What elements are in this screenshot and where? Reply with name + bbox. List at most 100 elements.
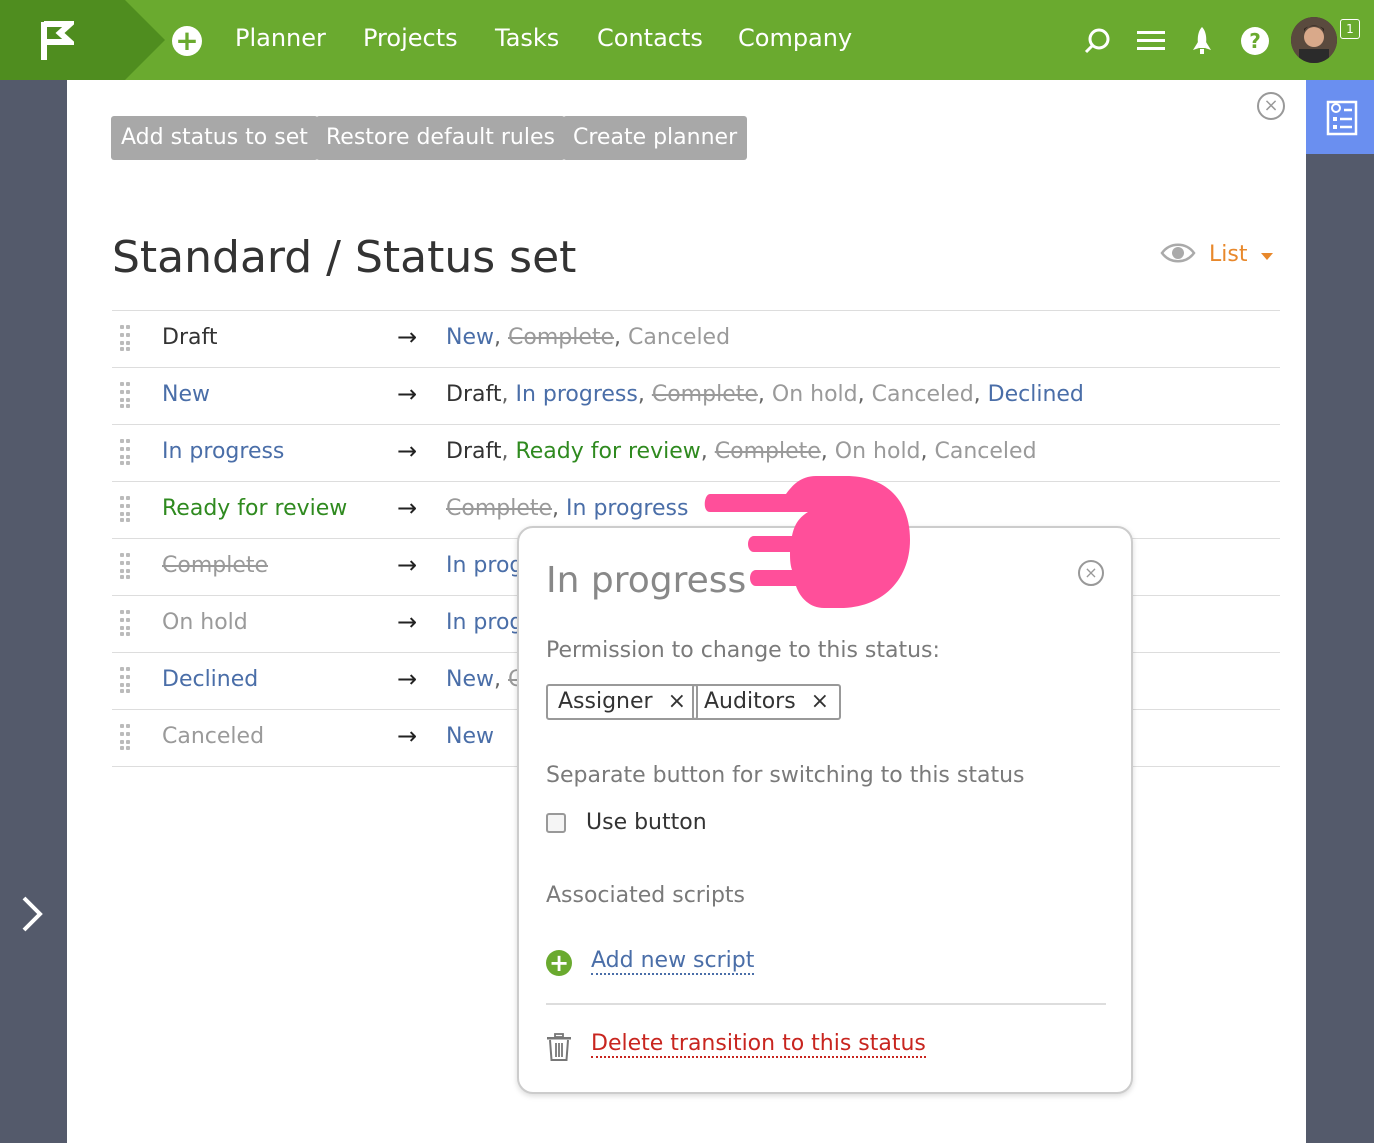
transition-targets: New, Complete, Canceled [446,325,731,350]
drag-handle-icon[interactable] [120,439,132,465]
nav-planner[interactable]: Planner [235,24,326,52]
nav-contacts[interactable]: Contacts [597,24,703,52]
tag-auditors[interactable]: Auditors × [692,684,842,720]
transition-targets: In prog [446,610,523,635]
table-row: Draft → New, Complete, Canceled [112,310,1280,367]
transition-arrow-icon: → [397,380,418,408]
transition-targets: Complete, In progress [446,496,689,521]
status-name[interactable]: Canceled [162,724,264,749]
tag-label: Auditors [704,689,796,714]
nav-company[interactable]: Company [738,24,852,52]
transition-target-link[interactable]: Draft [446,382,501,407]
transition-target-link[interactable]: Canceled [872,382,974,407]
transition-target-link[interactable]: In progress [515,382,637,407]
transition-targets: New, C [446,667,524,692]
add-status-button[interactable]: Add status to set [111,116,318,160]
nav-tasks[interactable]: Tasks [495,24,559,52]
avatar[interactable] [1291,17,1337,63]
use-button-label[interactable]: Use button [586,810,707,835]
drag-handle-icon[interactable] [120,667,132,693]
notification-badge[interactable]: 1 [1340,19,1360,39]
transition-arrow-icon: → [397,665,418,693]
transition-target-link[interactable]: Complete [715,439,821,464]
transition-target-link[interactable]: Complete [446,496,552,521]
expand-sidebar-chevron-icon[interactable] [18,894,46,944]
associated-scripts-label: Associated scripts [546,883,746,908]
page-title: Standard / Status set [112,232,577,283]
tag-label: Assigner [558,689,653,714]
help-icon[interactable]: ? [1240,26,1270,56]
transition-targets: In prog [446,553,523,578]
status-name[interactable]: Complete [162,553,268,578]
transition-arrow-icon: → [397,608,418,636]
transition-target-link[interactable]: On hold [835,439,921,464]
transition-target-link[interactable]: In prog [446,553,523,578]
caret-down-icon [1261,253,1273,260]
transition-target-link[interactable]: Draft [446,439,501,464]
status-name[interactable]: In progress [162,439,284,464]
tag-remove-icon[interactable]: × [811,689,829,714]
svg-text:?: ? [1249,29,1261,53]
logo-area[interactable] [0,0,125,80]
transition-target-link[interactable]: New [446,724,494,749]
logo-notch [125,0,165,80]
status-name[interactable]: Draft [162,325,217,350]
tag-assigner[interactable]: Assigner × [546,684,699,720]
transition-targets: New [446,724,494,749]
delete-transition-link[interactable]: Delete transition to this status [591,1031,926,1058]
transition-target-link[interactable]: New [446,325,494,350]
status-name[interactable]: New [162,382,210,407]
transition-target-link[interactable]: New [446,667,494,692]
create-new-plus-icon[interactable]: + [172,26,202,56]
transition-target-link[interactable]: Complete [652,382,758,407]
drag-handle-icon[interactable] [120,325,132,351]
status-name[interactable]: Declined [162,667,258,692]
rocket-icon[interactable] [1190,26,1214,56]
restore-default-rules-button[interactable]: Restore default rules [316,116,565,160]
popup-divider [546,1003,1106,1005]
status-name[interactable]: Ready for review [162,496,347,521]
transition-target-link[interactable]: In prog [446,610,523,635]
popup-close-icon[interactable]: × [1078,560,1104,586]
eye-icon [1160,243,1196,263]
menu-icon[interactable] [1137,29,1165,53]
table-row: In progress → Draft, Ready for review, Com… [112,424,1280,481]
drag-handle-icon[interactable] [120,610,132,636]
transition-arrow-icon: → [397,437,418,465]
use-button-checkbox[interactable] [546,813,566,833]
table-row: New → Draft, In progress, Complete, On hol… [112,367,1280,424]
transition-arrow-icon: → [397,551,418,579]
flag-logo-icon [41,21,74,60]
status-popup: In progress × Permission to change to th… [517,526,1133,1094]
top-navigation-bar: + Planner Projects Tasks Contacts Compan… [0,0,1374,80]
transition-target-link[interactable]: On hold [772,382,858,407]
transition-targets: Draft, Ready for review, Complete, On ho… [446,439,1037,464]
transition-arrow-icon: → [397,323,418,351]
drag-handle-icon[interactable] [120,553,132,579]
create-planner-button[interactable]: Create planner [563,116,748,160]
pointing-hand-icon [704,476,910,608]
search-icon[interactable] [1084,27,1112,55]
transition-arrow-icon: → [397,722,418,750]
drag-handle-icon[interactable] [120,382,132,408]
nav-projects[interactable]: Projects [363,24,458,52]
settings-document-icon [1326,100,1358,136]
transition-target-link[interactable]: Canceled [628,325,730,350]
settings-panel-button[interactable] [1306,80,1374,154]
close-page-icon[interactable]: × [1257,92,1285,120]
drag-handle-icon[interactable] [120,724,132,750]
trash-icon[interactable] [546,1033,572,1061]
add-new-script-link[interactable]: Add new script [591,948,755,975]
drag-handle-icon[interactable] [120,496,132,522]
transition-target-link[interactable]: Declined [988,382,1084,407]
view-mode-label: List [1209,242,1248,267]
add-script-plus-icon[interactable]: + [546,950,572,976]
transition-target-link[interactable]: In progress [566,496,688,521]
transition-target-link[interactable]: Ready for review [515,439,700,464]
transition-target-link[interactable]: Complete [508,325,614,350]
transition-target-link[interactable]: Canceled [935,439,1037,464]
status-name[interactable]: On hold [162,610,248,635]
transition-arrow-icon: → [397,494,418,522]
transition-targets: Draft, In progress, Complete, On hold, C… [446,382,1084,407]
tag-remove-icon[interactable]: × [668,689,686,714]
